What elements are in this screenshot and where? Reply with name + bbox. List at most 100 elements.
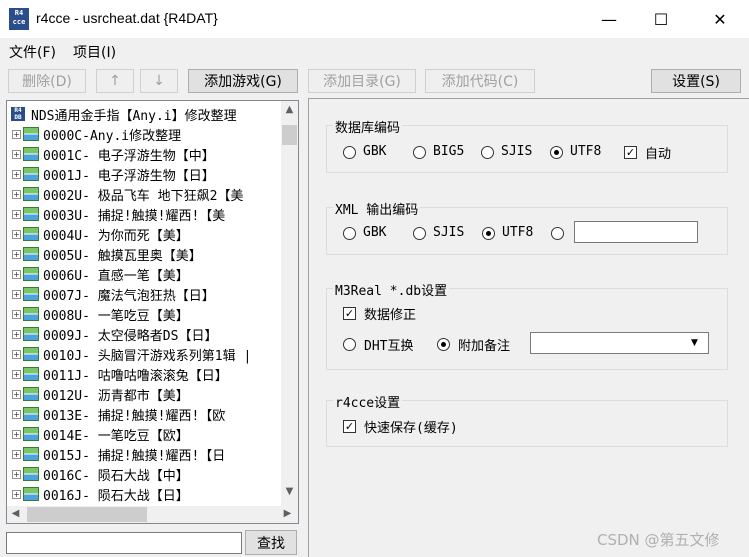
expand-icon[interactable]: + xyxy=(12,469,21,479)
add-code-button[interactable]: 添加代码(C) xyxy=(425,69,535,93)
tree-item[interactable]: +0006U- 直感一笔【美】 xyxy=(7,264,279,284)
tree-item[interactable]: +0005U- 触摸瓦里奥【美】 xyxy=(7,244,279,264)
expand-icon[interactable]: + xyxy=(12,169,21,179)
delete-button[interactable]: 删除(D) xyxy=(8,69,86,93)
xml-label-gbk: GBK xyxy=(363,225,387,240)
expand-icon[interactable]: + xyxy=(12,269,21,279)
menu-bar: 文件(F) 项目(I) xyxy=(0,38,749,64)
r4cce-title: r4cce设置 xyxy=(333,392,403,411)
expand-icon[interactable]: + xyxy=(12,429,21,439)
tree-item[interactable]: +0004U- 为你而死【美】 xyxy=(7,224,279,244)
scroll-down-icon[interactable]: ▼ xyxy=(281,486,298,497)
expand-icon[interactable]: + xyxy=(12,349,21,359)
expand-icon[interactable]: + xyxy=(12,189,21,199)
close-button[interactable]: ✕ xyxy=(697,0,743,38)
tree-item[interactable]: +0001J- 电子浮游生物【日】 xyxy=(7,164,279,184)
expand-icon[interactable]: + xyxy=(12,289,21,299)
game-icon xyxy=(23,187,39,201)
search-button[interactable]: 查找 xyxy=(245,530,297,555)
tree-item[interactable]: +0011J- 咕噜咕噜滚滚兔【日】 xyxy=(7,364,279,384)
expand-icon[interactable]: + xyxy=(12,389,21,399)
note-radio[interactable] xyxy=(437,338,450,351)
xml-radio-gbk[interactable] xyxy=(343,227,356,240)
arrow-down-icon: ↓ xyxy=(153,73,165,89)
arrow-up-icon: ↑ xyxy=(109,73,121,89)
tree-item[interactable]: +0001C- 电子浮游生物【中】 xyxy=(7,144,279,164)
tree-item[interactable]: +0016C- 陨石大战【中】 xyxy=(7,464,279,484)
title-bar: R4 cce r4cce - usrcheat.dat {R4DAT} — ☐ … xyxy=(0,0,749,38)
db-radio-gbk[interactable] xyxy=(343,146,356,159)
db-radio-sjis[interactable] xyxy=(481,146,494,159)
tree-item-label: 0006U- 直感一笔【美】 xyxy=(43,268,189,284)
expand-icon[interactable]: + xyxy=(12,329,21,339)
quicksave-checkbox[interactable]: ✓ xyxy=(343,420,356,433)
add-game-button[interactable]: 添加游戏(G) xyxy=(188,69,298,93)
tree-item-label: 0009J- 太空侵略者DS【日】 xyxy=(43,328,218,344)
scroll-up-icon[interactable]: ▲ xyxy=(281,104,298,115)
tree-item-label: 0014E- 一笔吃豆【欧】 xyxy=(43,428,189,444)
move-down-button[interactable]: ↓ xyxy=(140,69,178,93)
game-icon xyxy=(23,307,39,321)
expand-icon[interactable]: + xyxy=(12,489,21,499)
tree-item[interactable]: +0016J- 陨石大战【日】 xyxy=(7,484,279,504)
search-input[interactable] xyxy=(6,532,242,554)
expand-icon[interactable]: + xyxy=(12,309,21,319)
tree-item[interactable]: +0012U- 沥青都市【美】 xyxy=(7,384,279,404)
expand-icon[interactable]: + xyxy=(12,249,21,259)
tree-item[interactable]: +0013E- 捕捉!触摸!耀西!【欧 xyxy=(7,404,279,424)
settings-button[interactable]: 设置(S) xyxy=(651,69,741,93)
expand-icon[interactable]: + xyxy=(12,209,21,219)
tree-item[interactable]: +0003U- 捕捉!触摸!耀西!【美 xyxy=(7,204,279,224)
game-icon xyxy=(23,247,39,261)
tree-item[interactable]: +0000C-Any.i修改整理 xyxy=(7,124,279,144)
tree-item[interactable]: +0010J- 头脑冒汗游戏系列第1辑 | xyxy=(7,344,279,364)
scroll-right-icon[interactable]: ▶ xyxy=(279,508,296,519)
minimize-button[interactable]: — xyxy=(586,0,632,38)
db-radio-big5[interactable] xyxy=(413,146,426,159)
xml-custom-encoding-input[interactable] xyxy=(574,221,698,243)
dht-radio[interactable] xyxy=(343,338,356,351)
xml-radio-sjis[interactable] xyxy=(413,227,426,240)
tree-item[interactable]: +0014E- 一笔吃豆【欧】 xyxy=(7,424,279,444)
tree-root[interactable]: R4 DB NDS通用金手指【Any.i】修改整理 xyxy=(7,104,279,124)
game-icon xyxy=(23,427,39,441)
move-up-button[interactable]: ↑ xyxy=(96,69,134,93)
expand-icon[interactable]: + xyxy=(12,449,21,459)
note-dropdown[interactable]: ▼ xyxy=(530,332,709,354)
expand-icon[interactable]: + xyxy=(12,129,21,139)
tree-item-label: 0012U- 沥青都市【美】 xyxy=(43,388,189,404)
tree-item[interactable]: +0007J- 魔法气泡狂热【日】 xyxy=(7,284,279,304)
expand-icon[interactable]: + xyxy=(12,149,21,159)
expand-icon[interactable]: + xyxy=(12,369,21,379)
menu-project[interactable]: 项目(I) xyxy=(73,42,116,62)
horizontal-scrollbar[interactable]: ◀ ▶ xyxy=(7,506,298,523)
tree-item[interactable]: +0009J- 太空侵略者DS【日】 xyxy=(7,324,279,344)
db-label-sjis: SJIS xyxy=(501,144,533,159)
cheat-tree[interactable]: R4 DB NDS通用金手指【Any.i】修改整理 +0000C-Any.i修改… xyxy=(6,100,299,524)
tree-item-label: 0000C-Any.i修改整理 xyxy=(43,128,182,144)
maximize-button[interactable]: ☐ xyxy=(638,0,684,38)
tree-item[interactable]: +0015J- 捕捉!触摸!耀西!【日 xyxy=(7,444,279,464)
vertical-scrollbar[interactable]: ▲ ▼ xyxy=(281,101,298,506)
watermark-text: CSDN @第五文修 xyxy=(597,531,720,549)
game-icon xyxy=(23,327,39,341)
tree-item[interactable]: +0008U- 一笔吃豆【美】 xyxy=(7,304,279,324)
data-fix-checkbox[interactable]: ✓ xyxy=(343,307,356,320)
add-folder-button[interactable]: 添加目录(G) xyxy=(308,69,416,93)
tree-item[interactable]: +0002U- 极品飞车 地下狂飙2【美 xyxy=(7,184,279,204)
xml-radio-custom[interactable] xyxy=(551,227,564,240)
expand-icon[interactable]: + xyxy=(12,229,21,239)
game-icon xyxy=(23,267,39,281)
db-radio-utf8[interactable] xyxy=(550,146,563,159)
auto-checkbox[interactable]: ✓ xyxy=(624,146,637,159)
scroll-left-icon[interactable]: ◀ xyxy=(7,508,24,519)
xml-radio-utf8[interactable] xyxy=(482,227,495,240)
close-icon: ✕ xyxy=(713,9,727,29)
xml-label-sjis: SJIS xyxy=(433,225,465,240)
hscroll-thumb[interactable] xyxy=(27,507,147,522)
expand-icon[interactable]: + xyxy=(12,409,21,419)
r4cce-app-icon: R4 cce xyxy=(9,8,29,30)
menu-file[interactable]: 文件(F) xyxy=(9,42,56,62)
tree-item-label: 0001C- 电子浮游生物【中】 xyxy=(43,148,215,164)
scroll-thumb[interactable] xyxy=(282,125,297,145)
